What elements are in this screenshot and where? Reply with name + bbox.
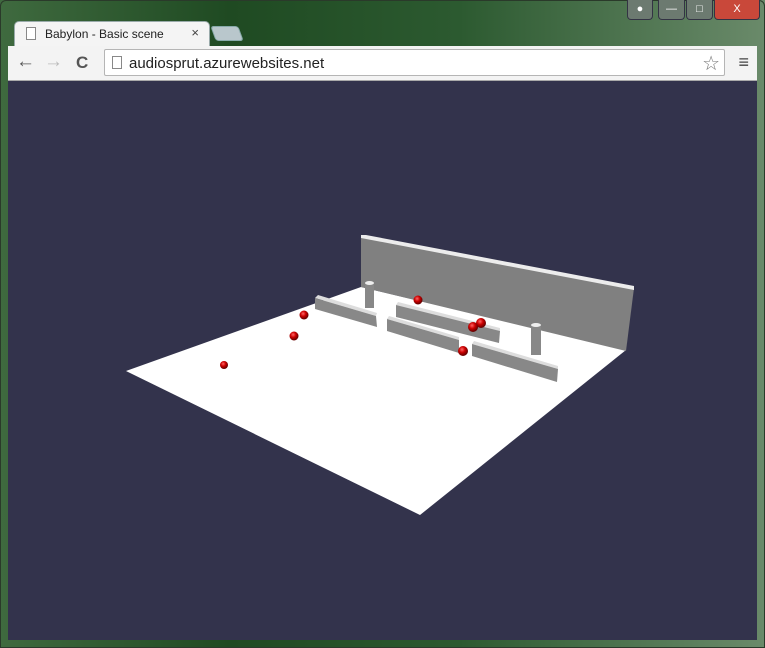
pillar xyxy=(531,323,541,355)
sphere xyxy=(413,295,423,305)
sphere xyxy=(468,322,478,332)
sphere xyxy=(289,331,299,341)
3d-scene xyxy=(126,235,634,515)
sphere xyxy=(220,361,228,369)
sphere xyxy=(458,346,468,356)
pillar xyxy=(365,281,374,308)
sphere xyxy=(299,310,309,320)
